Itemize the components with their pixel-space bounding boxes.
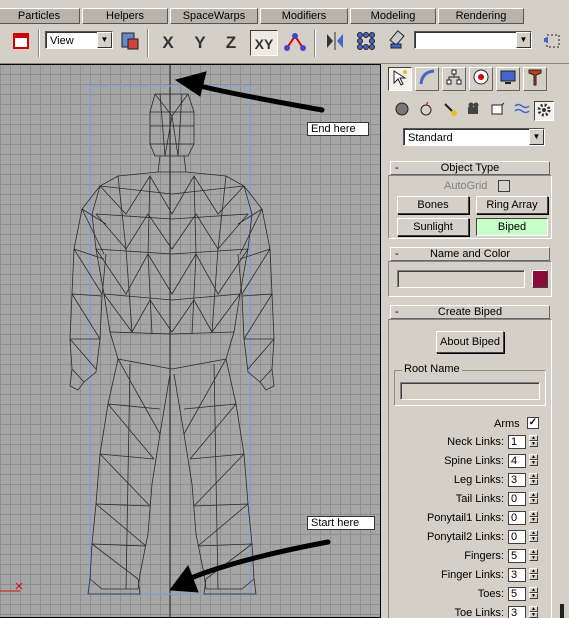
axis-z-button[interactable]: Z [218, 30, 244, 56]
collapse-icon: - [395, 248, 399, 260]
helpers-icon[interactable] [488, 101, 508, 121]
command-panel-scrollbar[interactable] [558, 64, 569, 618]
biped-param-spinner[interactable]: 3 [508, 568, 526, 582]
modify-panel-icon[interactable] [415, 67, 439, 91]
biped-param-spinner[interactable]: 5 [508, 549, 526, 563]
biped-param-spinner[interactable]: 0 [508, 511, 526, 525]
tab-particles[interactable]: Particles [0, 8, 80, 24]
create-panel-icon[interactable] [388, 67, 412, 91]
biped-param-label: Ponytail1 Links: [426, 512, 504, 524]
tab-modeling[interactable]: Modeling [350, 8, 436, 24]
biped-param-label: Finger Links: [441, 569, 504, 581]
tab-modifiers[interactable]: Modifiers [260, 8, 348, 24]
align-icon[interactable] [385, 30, 411, 56]
arms-checkbox[interactable]: ✓ [527, 417, 539, 429]
coord-system-value: View [50, 35, 74, 47]
scroll-thumb[interactable] [560, 604, 564, 618]
spinner-arrows-icon[interactable]: ▲ ▼ [529, 549, 538, 563]
biped-param-label: Spine Links: [444, 455, 504, 467]
chevron-down-icon: ▼ [529, 129, 544, 145]
biped-param-label: Fingers: [464, 550, 504, 562]
ring-array-button[interactable]: Ring Array [476, 196, 548, 214]
autogrid-checkbox[interactable] [498, 180, 510, 192]
collapse-icon: - [395, 162, 399, 174]
axis-y-button[interactable]: Y [187, 30, 213, 56]
tab-rendering[interactable]: Rendering [438, 8, 524, 24]
biped-param-label: Tail Links: [455, 493, 504, 505]
biped-param-spinner[interactable]: 4 [508, 454, 526, 468]
sunlight-button[interactable]: Sunlight [397, 218, 469, 236]
category-select[interactable]: Standard ▼ [403, 128, 545, 146]
autogrid-label: AutoGrid [444, 180, 488, 192]
biped-mesh-wireframe [0, 64, 331, 618]
rollout-title: Object Type [440, 162, 500, 174]
named-selection-sets-icon[interactable] [540, 30, 566, 56]
object-type-rollout-header[interactable]: - Object Type [390, 161, 550, 175]
spinner-arrows-icon[interactable]: ▲ ▼ [529, 473, 538, 487]
pivot-center-icon[interactable] [117, 30, 143, 56]
cameras-icon[interactable] [464, 101, 484, 121]
command-panel: Standard ▼ - Object Type AutoGrid Bones … [384, 64, 556, 618]
systems-icon[interactable] [534, 101, 554, 121]
object-color-swatch[interactable] [532, 270, 548, 288]
axis-xy-button[interactable]: XY [250, 30, 278, 56]
reference-coord-select[interactable]: View ▼ [45, 31, 113, 49]
chevron-down-icon: ▼ [97, 32, 112, 48]
biped-param-spinner[interactable]: 1 [508, 435, 526, 449]
biped-param-label: Ponytail2 Links: [426, 531, 504, 543]
geometry-icon[interactable] [392, 101, 412, 121]
spinner-arrows-icon[interactable]: ▲ ▼ [529, 435, 538, 449]
spinner-arrows-icon[interactable]: ▲ ▼ [529, 606, 538, 618]
biped-button[interactable]: Biped [476, 218, 548, 236]
display-panel-icon[interactable] [496, 67, 520, 91]
object-name-field[interactable] [397, 270, 525, 288]
biped-param-spinner[interactable]: 0 [508, 530, 526, 544]
name-color-rollout-header[interactable]: - Name and Color [390, 247, 550, 261]
hierarchy-panel-icon[interactable] [442, 67, 466, 91]
named-selection-select[interactable]: ▼ [414, 31, 532, 49]
biped-param-label: Toe Links: [454, 607, 504, 618]
rollout-title: Name and Color [429, 248, 511, 260]
arms-label: Arms [494, 418, 520, 430]
biped-param-label: Leg Links: [453, 474, 504, 486]
callout-end-here: End here [307, 122, 369, 136]
utilities-panel-icon[interactable] [523, 67, 547, 91]
spinner-arrows-icon[interactable]: ▲ ▼ [529, 511, 538, 525]
root-name-field[interactable] [400, 382, 540, 400]
spinner-arrows-icon[interactable]: ▲ ▼ [529, 530, 538, 544]
callout-start-here: Start here [307, 516, 375, 530]
command-tab-bar: Particles Helpers SpaceWarps Modifiers M… [0, 0, 569, 24]
biped-param-spinner[interactable]: 5 [508, 587, 526, 601]
biped-param-label: Neck Links: [447, 436, 504, 448]
create-biped-rollout-header[interactable]: - Create Biped [390, 305, 550, 319]
chevron-down-icon: ▼ [516, 32, 531, 48]
array-icon[interactable] [353, 30, 379, 56]
biped-param-spinner[interactable]: 0 [508, 492, 526, 506]
mirror-icon[interactable] [322, 30, 348, 56]
biped-param-label: Toes: [477, 588, 504, 600]
axis-x-button[interactable]: X [155, 30, 181, 56]
spinner-arrows-icon[interactable]: ▲ ▼ [529, 587, 538, 601]
bones-button[interactable]: Bones [397, 196, 469, 214]
biped-param-spinner[interactable]: 3 [508, 606, 526, 618]
front-viewport[interactable]: End here Start here [0, 64, 381, 618]
lights-icon[interactable] [440, 101, 460, 121]
shapes-icon[interactable] [416, 101, 436, 121]
main-toolbar: View ▼ X Y Z XY ▼ [0, 25, 569, 64]
rollout-title: Create Biped [437, 306, 503, 318]
tab-spacewarps[interactable]: SpaceWarps [170, 8, 258, 24]
spinner-arrows-icon[interactable]: ▲ ▼ [529, 568, 538, 582]
root-name-label: Root Name [402, 362, 462, 376]
motion-panel-icon[interactable] [469, 67, 493, 91]
about-biped-button[interactable]: About Biped [436, 331, 504, 353]
biped-param-spinner[interactable]: 3 [508, 473, 526, 487]
spinner-arrows-icon[interactable]: ▲ ▼ [529, 454, 538, 468]
axis-constraint-icon[interactable] [282, 30, 308, 56]
collapse-icon: - [395, 306, 399, 318]
tab-helpers[interactable]: Helpers [82, 8, 168, 24]
spacewarps-icon[interactable] [512, 101, 532, 121]
spinner-arrows-icon[interactable]: ▲ ▼ [529, 492, 538, 506]
select-region-icon[interactable] [8, 30, 34, 56]
